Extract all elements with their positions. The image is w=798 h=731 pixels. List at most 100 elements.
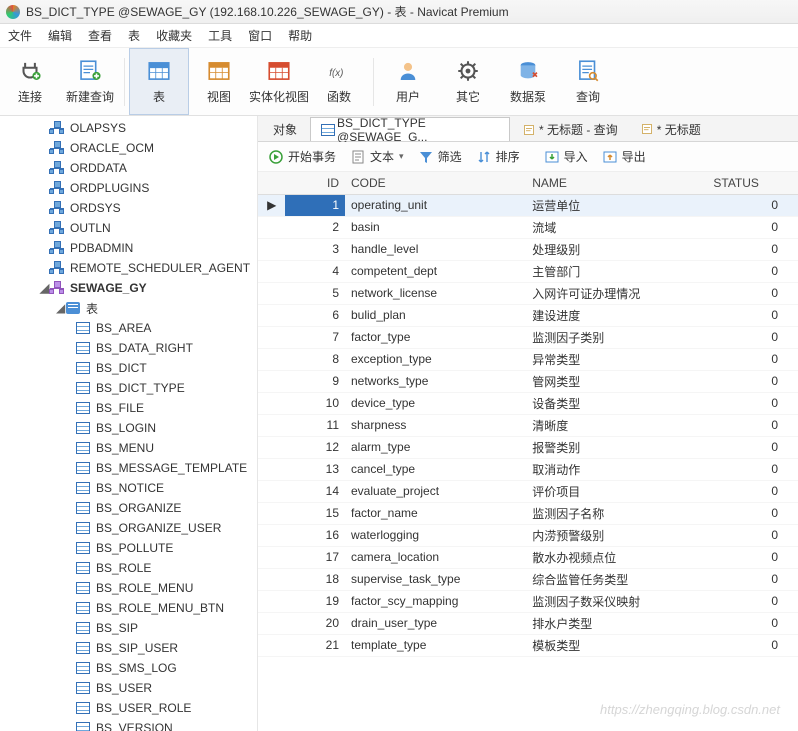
cell-id[interactable]: 18 — [285, 568, 345, 590]
cell-name[interactable]: 内涝预警级别 — [526, 524, 707, 546]
toolbar-matview[interactable]: 实体化视图 — [249, 48, 309, 115]
cell-code[interactable]: operating_unit — [345, 194, 526, 216]
cell-name[interactable]: 评价项目 — [526, 480, 707, 502]
cell-id[interactable]: 5 — [285, 282, 345, 304]
cell-code[interactable]: device_type — [345, 392, 526, 414]
menu-favorites[interactable]: 收藏夹 — [156, 27, 192, 44]
table-bs_sms_log[interactable]: BS_SMS_LOG — [0, 658, 257, 678]
cell-id[interactable]: 7 — [285, 326, 345, 348]
cell-status[interactable]: 0 — [707, 326, 798, 348]
sort-button[interactable]: 排序 — [476, 148, 520, 165]
toolbar-newquery[interactable]: 新建查询 — [60, 48, 120, 115]
table-row[interactable]: 2basin流域0 — [258, 216, 798, 238]
table-row[interactable]: 4competent_dept主管部门0 — [258, 260, 798, 282]
table-row[interactable]: 11sharpness清晰度0 — [258, 414, 798, 436]
menu-file[interactable]: 文件 — [8, 27, 32, 44]
menu-view[interactable]: 查看 — [88, 27, 112, 44]
table-bs_role_menu[interactable]: BS_ROLE_MENU — [0, 578, 257, 598]
cell-status[interactable]: 0 — [707, 524, 798, 546]
cell-id[interactable]: 19 — [285, 590, 345, 612]
cell-id[interactable]: 4 — [285, 260, 345, 282]
table-row[interactable]: ▶1operating_unit运营单位0 — [258, 194, 798, 216]
cell-name[interactable]: 监测因子类别 — [526, 326, 707, 348]
toolbar-view[interactable]: 视图 — [189, 48, 249, 115]
table-row[interactable]: 10device_type设备类型0 — [258, 392, 798, 414]
cell-name[interactable]: 清晰度 — [526, 414, 707, 436]
table-bs_message_template[interactable]: BS_MESSAGE_TEMPLATE — [0, 458, 257, 478]
table-bs_file[interactable]: BS_FILE — [0, 398, 257, 418]
menu-table[interactable]: 表 — [128, 27, 140, 44]
cell-id[interactable]: 13 — [285, 458, 345, 480]
cell-name[interactable]: 运营单位 — [526, 194, 707, 216]
table-bs_notice[interactable]: BS_NOTICE — [0, 478, 257, 498]
table-bs_menu[interactable]: BS_MENU — [0, 438, 257, 458]
table-row[interactable]: 6bulid_plan建设进度0 — [258, 304, 798, 326]
data-grid[interactable]: ID CODE NAME STATUS ▶1operating_unit运营单位… — [258, 172, 798, 731]
cell-status[interactable]: 0 — [707, 458, 798, 480]
cell-status[interactable]: 0 — [707, 216, 798, 238]
cell-id[interactable]: 10 — [285, 392, 345, 414]
table-bs_role[interactable]: BS_ROLE — [0, 558, 257, 578]
toolbar-fx[interactable]: f(x)函数 — [309, 48, 369, 115]
cell-id[interactable]: 15 — [285, 502, 345, 524]
cell-id[interactable]: 3 — [285, 238, 345, 260]
table-bs_pollute[interactable]: BS_POLLUTE — [0, 538, 257, 558]
cell-status[interactable]: 0 — [707, 260, 798, 282]
toolbar-table[interactable]: 表 — [129, 48, 189, 115]
table-bs_sip_user[interactable]: BS_SIP_USER — [0, 638, 257, 658]
tab-table-active[interactable]: BS_DICT_TYPE @SEWAGE_G... — [310, 117, 510, 141]
col-code[interactable]: CODE — [345, 172, 526, 194]
toolbar-pump[interactable]: 数据泵 — [498, 48, 558, 115]
cell-status[interactable]: 0 — [707, 634, 798, 656]
cell-status[interactable]: 0 — [707, 238, 798, 260]
object-tree[interactable]: OLAPSYSORACLE_OCMORDDATAORDPLUGINSORDSYS… — [0, 116, 258, 731]
menu-window[interactable]: 窗口 — [248, 27, 272, 44]
cell-id[interactable]: 6 — [285, 304, 345, 326]
table-bs_organize[interactable]: BS_ORGANIZE — [0, 498, 257, 518]
table-row[interactable]: 21template_type模板类型0 — [258, 634, 798, 656]
cell-name[interactable]: 排水户类型 — [526, 612, 707, 634]
cell-status[interactable]: 0 — [707, 282, 798, 304]
cell-id[interactable]: 17 — [285, 546, 345, 568]
cell-name[interactable]: 取消动作 — [526, 458, 707, 480]
schema-outln[interactable]: OUTLN — [0, 218, 257, 238]
cell-status[interactable]: 0 — [707, 480, 798, 502]
cell-id[interactable]: 20 — [285, 612, 345, 634]
table-row[interactable]: 5network_license入网许可证办理情况0 — [258, 282, 798, 304]
import-button[interactable]: 导入 — [544, 148, 588, 165]
cell-code[interactable]: handle_level — [345, 238, 526, 260]
cell-name[interactable]: 主管部门 — [526, 260, 707, 282]
schema-orddata[interactable]: ORDDATA — [0, 158, 257, 178]
table-row[interactable]: 12alarm_type报警类别0 — [258, 436, 798, 458]
cell-status[interactable]: 0 — [707, 392, 798, 414]
cell-status[interactable]: 0 — [707, 612, 798, 634]
cell-id[interactable]: 1 — [285, 194, 345, 216]
cell-code[interactable]: evaluate_project — [345, 480, 526, 502]
cell-code[interactable]: template_type — [345, 634, 526, 656]
schema-sewage_gy[interactable]: ◢SEWAGE_GY — [0, 278, 257, 298]
table-bs_area[interactable]: BS_AREA — [0, 318, 257, 338]
cell-name[interactable]: 流域 — [526, 216, 707, 238]
schema-remote_scheduler_agent[interactable]: REMOTE_SCHEDULER_AGENT — [0, 258, 257, 278]
table-row[interactable]: 9networks_type管网类型0 — [258, 370, 798, 392]
cell-code[interactable]: alarm_type — [345, 436, 526, 458]
table-row[interactable]: 14evaluate_project评价项目0 — [258, 480, 798, 502]
cell-code[interactable]: competent_dept — [345, 260, 526, 282]
cell-status[interactable]: 0 — [707, 436, 798, 458]
schema-oracle_ocm[interactable]: ORACLE_OCM — [0, 138, 257, 158]
cell-status[interactable]: 0 — [707, 502, 798, 524]
tab-query-untitled-2[interactable]: * 无标题 — [631, 117, 711, 141]
cell-code[interactable]: cancel_type — [345, 458, 526, 480]
menu-help[interactable]: 帮助 — [288, 27, 312, 44]
col-name[interactable]: NAME — [526, 172, 707, 194]
cell-name[interactable]: 监测因子名称 — [526, 502, 707, 524]
cell-id[interactable]: 8 — [285, 348, 345, 370]
toolbar-plug[interactable]: 连接 — [0, 48, 60, 115]
cell-name[interactable]: 建设进度 — [526, 304, 707, 326]
col-status[interactable]: STATUS — [707, 172, 798, 194]
cell-id[interactable]: 12 — [285, 436, 345, 458]
cell-status[interactable]: 0 — [707, 370, 798, 392]
cell-name[interactable]: 异常类型 — [526, 348, 707, 370]
cell-name[interactable]: 综合监管任务类型 — [526, 568, 707, 590]
cell-name[interactable]: 散水办视频点位 — [526, 546, 707, 568]
